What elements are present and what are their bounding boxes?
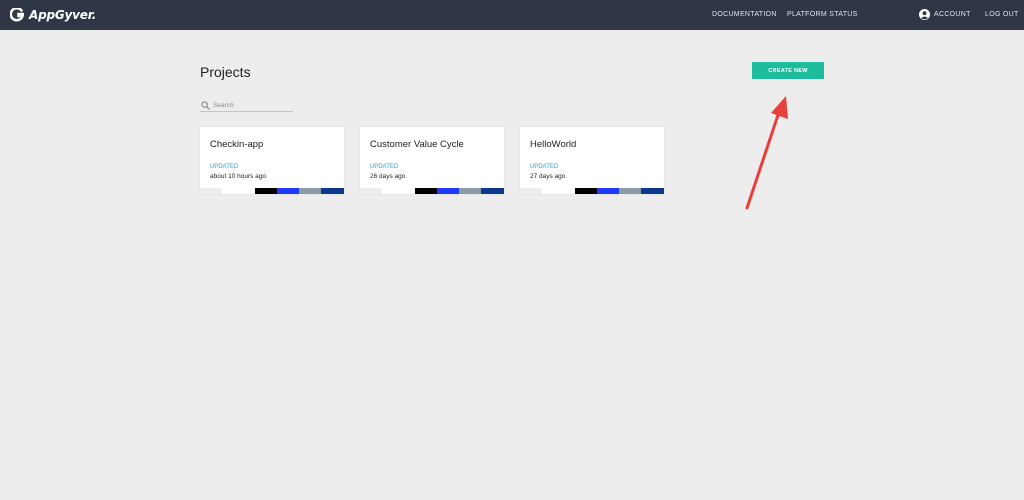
palette-swatch <box>597 188 619 194</box>
page-title: Projects <box>200 64 251 80</box>
appgyver-logo-icon <box>10 8 24 22</box>
palette-swatch <box>520 188 542 194</box>
palette-swatch <box>619 188 641 194</box>
updated-time: 27 days ago <box>530 173 566 180</box>
palette-swatch <box>299 188 321 194</box>
palette-swatch <box>575 188 597 194</box>
updated-time: about 10 hours ago <box>210 173 267 180</box>
top-navigation-bar: AppGyver. DOCUMENTATION PLATFORM STATUS … <box>0 0 1024 30</box>
project-card[interactable]: Customer Value Cycle UPDATED 26 days ago <box>360 127 504 194</box>
search-input[interactable] <box>213 101 291 109</box>
updated-label: UPDATED <box>530 164 559 170</box>
search-icon <box>201 100 210 110</box>
project-name: Customer Value Cycle <box>370 139 464 150</box>
project-card[interactable]: Checkin-app UPDATED about 10 hours ago <box>200 127 344 194</box>
palette-swatch <box>255 188 277 194</box>
color-palette <box>520 188 664 194</box>
palette-swatch <box>200 188 222 194</box>
color-palette <box>360 188 504 194</box>
updated-time: 26 days ago <box>370 173 406 180</box>
palette-swatch <box>437 188 459 194</box>
palette-swatch <box>360 188 382 194</box>
nav-account-link[interactable]: ACCOUNT <box>934 11 971 18</box>
appgyver-logo[interactable]: AppGyver. <box>10 7 96 23</box>
palette-swatch <box>415 188 437 194</box>
palette-swatch <box>277 188 299 194</box>
project-card[interactable]: HelloWorld UPDATED 27 days ago <box>520 127 664 194</box>
palette-swatch <box>222 188 255 194</box>
nav-platform-status-link[interactable]: PLATFORM STATUS <box>787 11 858 18</box>
project-name: HelloWorld <box>530 139 577 150</box>
annotation-arrow-icon <box>745 96 788 210</box>
palette-swatch <box>481 188 504 194</box>
account-icon[interactable] <box>919 9 930 20</box>
palette-swatch <box>641 188 664 194</box>
nav-logout-link[interactable]: LOG OUT <box>985 11 1019 18</box>
brand-name: AppGyver. <box>29 8 97 22</box>
color-palette <box>200 188 344 194</box>
palette-swatch <box>382 188 415 194</box>
create-new-button[interactable]: CREATE NEW <box>752 62 824 79</box>
project-name: Checkin-app <box>210 139 264 150</box>
palette-swatch <box>459 188 481 194</box>
nav-documentation-link[interactable]: DOCUMENTATION <box>712 11 777 18</box>
search-box <box>200 99 293 112</box>
palette-swatch <box>321 188 344 194</box>
updated-label: UPDATED <box>370 164 399 170</box>
palette-swatch <box>542 188 575 194</box>
updated-label: UPDATED <box>210 164 239 170</box>
